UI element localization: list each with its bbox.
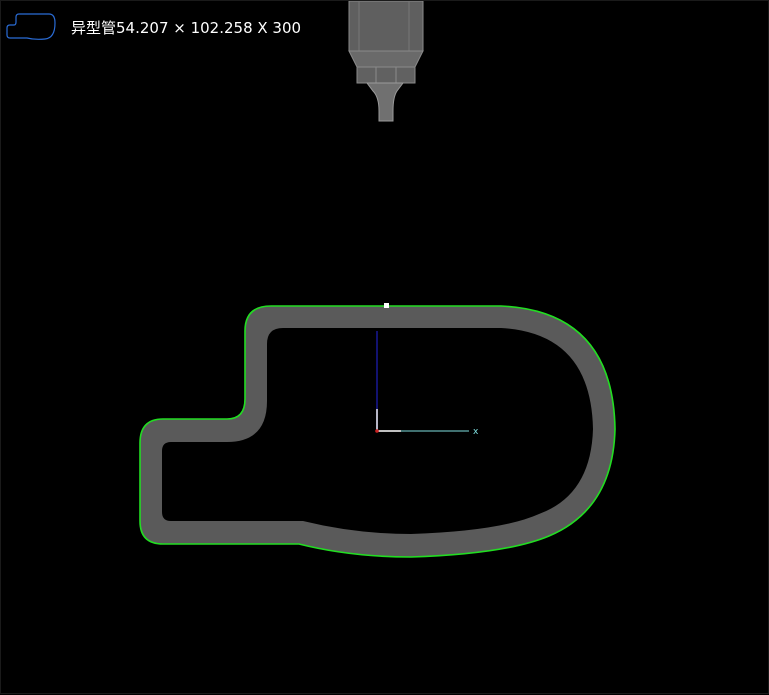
seam-marker[interactable]: [384, 303, 389, 308]
axis-x-label: x: [473, 427, 479, 437]
tool-taper: [348, 50, 424, 68]
cutting-head-icon: [348, 1, 424, 122]
scene-canvas[interactable]: x: [1, 1, 769, 695]
tool-collar: [356, 66, 416, 84]
cad-viewport[interactable]: 异型管54.207 × 102.258 X 300 x: [0, 0, 769, 694]
tool-nozzle: [366, 82, 404, 122]
tool-body-upper: [348, 1, 424, 52]
coordinate-axes: x: [375, 331, 479, 437]
axis-origin-point: [375, 429, 379, 433]
